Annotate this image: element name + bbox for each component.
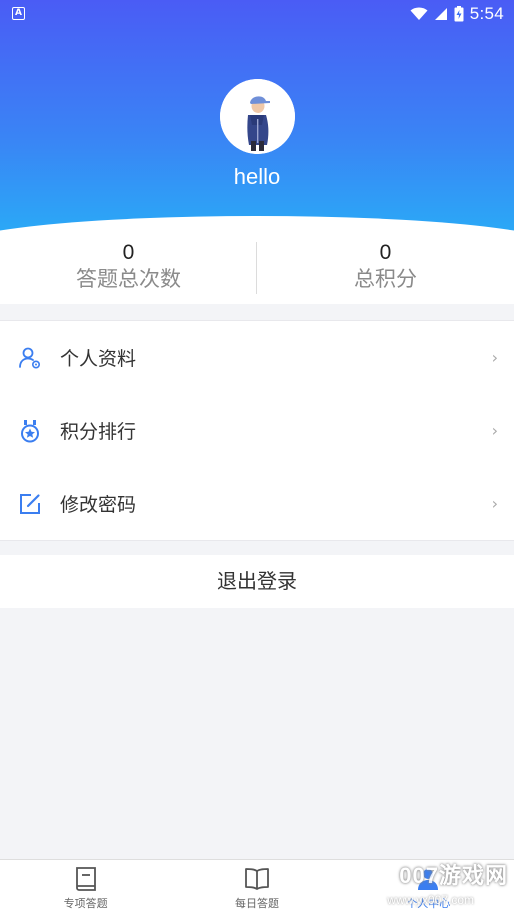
stats-divider [256, 242, 257, 294]
watermark-url: www.yx007.com [387, 893, 474, 907]
stat-total-points[interactable]: 0 总积分 [257, 234, 514, 302]
status-app-icon: A [12, 7, 25, 20]
nav-item-special-quiz-label: 专项答题 [63, 897, 108, 910]
menu-item-profile[interactable]: 个人资料 › [0, 321, 514, 394]
avatar[interactable] [220, 79, 295, 154]
menu-item-profile-label: 个人资料 [60, 348, 137, 370]
nav-item-daily-quiz[interactable]: 每日答题 [171, 860, 342, 914]
nav-item-special-quiz[interactable]: 专项答题 [0, 860, 171, 914]
open-book-icon [245, 868, 269, 890]
menu-item-ranking-label: 积分排行 [60, 421, 137, 443]
stat-total-answers-value: 0 [122, 241, 135, 264]
profile-header: A 5:54 hello 0 答题总次数 0 总积分 [0, 0, 514, 304]
stat-total-points-value: 0 [379, 241, 392, 264]
user-avatar-icon [220, 79, 295, 154]
signal-icon [434, 8, 447, 20]
menu-item-change-password[interactable]: 修改密码 › [0, 467, 514, 540]
settings-menu: 个人资料 › 积分排行 › 修改密码 › [0, 320, 514, 541]
user-settings-icon [18, 346, 42, 370]
status-time: 5:54 [469, 4, 504, 23]
menu-item-ranking[interactable]: 积分排行 › [0, 394, 514, 467]
status-bar: A 5:54 [0, 0, 514, 28]
logout-button[interactable]: 退出登录 [0, 555, 514, 608]
chevron-right-icon: › [491, 347, 498, 367]
status-right-group: 5:54 [410, 4, 504, 24]
chevron-right-icon: › [491, 420, 498, 440]
book-icon [75, 867, 96, 891]
menu-item-change-password-label: 修改密码 [60, 494, 137, 516]
edit-icon [18, 492, 42, 516]
stat-total-points-label: 总积分 [354, 267, 417, 291]
stats-panel: 0 答题总次数 0 总积分 [0, 234, 514, 302]
medal-icon [18, 419, 42, 443]
wifi-icon [410, 7, 428, 20]
stat-total-answers-label: 答题总次数 [76, 267, 181, 291]
battery-charging-icon [454, 6, 464, 22]
stat-total-answers[interactable]: 0 答题总次数 [0, 234, 257, 302]
nav-item-daily-quiz-label: 每日答题 [234, 897, 279, 910]
username: hello [233, 164, 281, 189]
watermark-logo: 007游戏网 [399, 863, 508, 888]
chevron-right-icon: › [491, 493, 498, 513]
